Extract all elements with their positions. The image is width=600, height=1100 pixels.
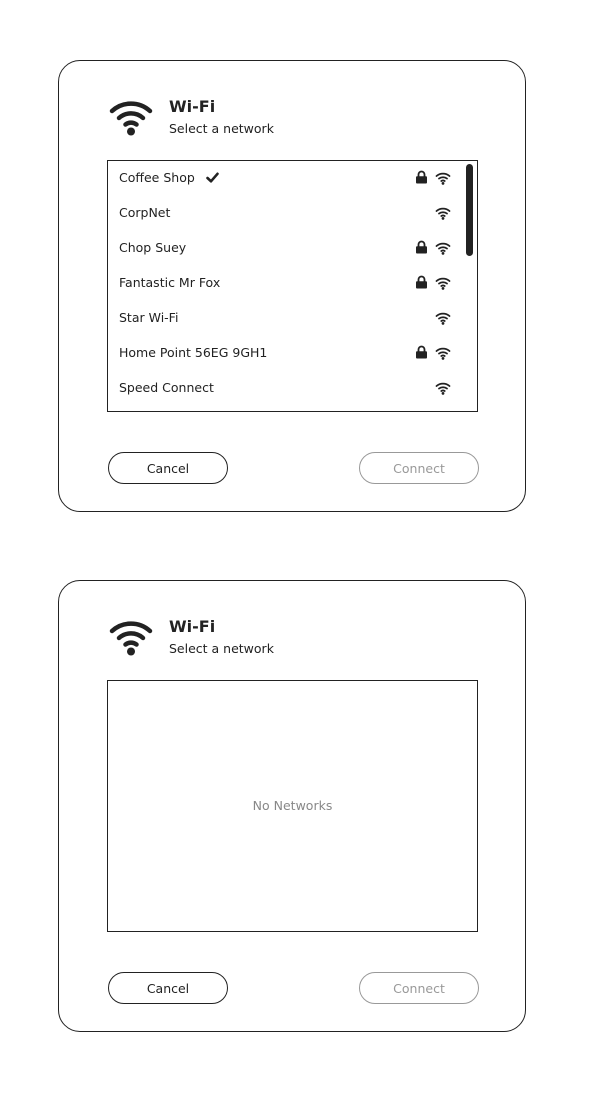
network-row[interactable]: Home Point 56EG 9GH1: [108, 336, 477, 371]
dialog-subtitle: Select a network: [169, 121, 274, 136]
wifi-signal-icon: [435, 347, 451, 360]
lock-icon: [416, 170, 427, 184]
network-row[interactable]: Chop Suey: [108, 231, 477, 266]
wifi-dialog: Wi-Fi Select a network Coffee Shop CorpNe…: [58, 60, 526, 512]
connect-button[interactable]: Connect: [359, 972, 479, 1004]
dialog-title: Wi-Fi: [169, 617, 216, 636]
cancel-button[interactable]: Cancel: [108, 452, 228, 484]
wifi-signal-icon: [435, 277, 451, 290]
network-name: Fantastic Mr Fox: [119, 275, 221, 290]
wifi-signal-icon: [435, 207, 451, 220]
wifi-icon: [109, 621, 153, 656]
wifi-icon: [109, 101, 153, 136]
lock-icon: [416, 240, 427, 254]
network-name: CorpNet: [119, 205, 171, 220]
dialog-subtitle: Select a network: [169, 641, 274, 656]
wifi-signal-icon: [435, 172, 451, 185]
wifi-signal-icon: [435, 312, 451, 325]
network-list[interactable]: Coffee Shop CorpNet Chop Suey Fantastic Mr …: [107, 160, 478, 412]
wifi-signal-icon: [435, 382, 451, 395]
network-row[interactable]: Star Wi-Fi: [108, 301, 477, 336]
checkmark-icon: [206, 172, 219, 183]
connect-button[interactable]: Connect: [359, 452, 479, 484]
network-name: Chop Suey: [119, 240, 187, 255]
network-name: Coffee Shop: [119, 170, 195, 185]
wifi-dialog-empty: Wi-Fi Select a network No Networks Cance…: [58, 580, 526, 1032]
wifi-signal-icon: [435, 242, 451, 255]
network-row[interactable]: Fantastic Mr Fox: [108, 266, 477, 301]
cancel-button[interactable]: Cancel: [108, 972, 228, 1004]
lock-icon: [416, 345, 427, 359]
network-row[interactable]: CorpNet: [108, 196, 477, 231]
network-name: Star Wi-Fi: [119, 310, 179, 325]
dialog-title: Wi-Fi: [169, 97, 216, 116]
lock-icon: [416, 275, 427, 289]
network-list-empty: No Networks: [107, 680, 478, 932]
network-name: Home Point 56EG 9GH1: [119, 345, 268, 360]
network-name: Speed Connect: [119, 380, 214, 395]
network-row[interactable]: Coffee Shop: [108, 161, 477, 196]
network-row[interactable]: Speed Connect: [108, 371, 477, 406]
scrollbar[interactable]: [466, 164, 473, 256]
empty-state-message: No Networks: [252, 798, 333, 813]
